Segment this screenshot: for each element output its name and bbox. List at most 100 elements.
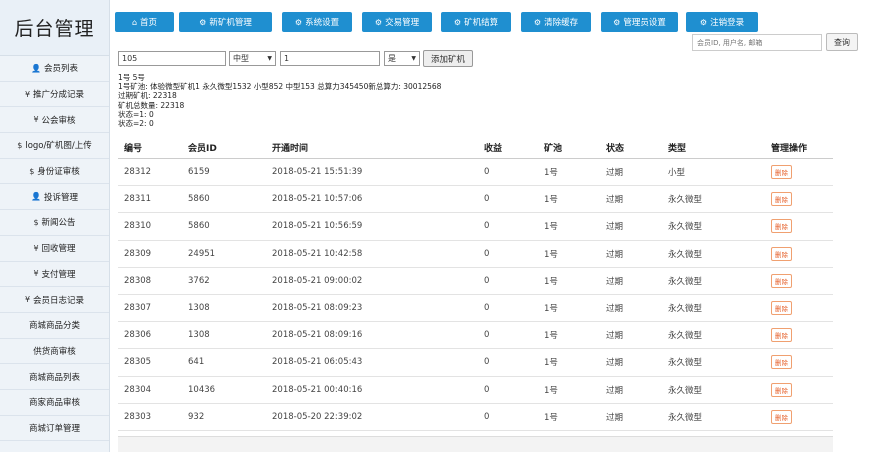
table-cell: 1号 xyxy=(544,385,558,396)
table-cell: 0 xyxy=(484,194,490,205)
table-cell: 2018-05-21 15:51:39 xyxy=(272,167,363,178)
table-cell: 2018-05-21 10:42:58 xyxy=(272,248,363,259)
table-cell: 28307 xyxy=(124,303,152,314)
table-cell: 0 xyxy=(484,411,490,422)
sidebar-item[interactable]: ¥ 回收管理 xyxy=(0,236,109,262)
sidebar-item[interactable]: 👤 会员列表 xyxy=(0,56,109,82)
table-cell: 28303 xyxy=(124,411,152,422)
cogs-icon: ⚙ xyxy=(533,17,542,27)
cogs-icon: ⚙ xyxy=(374,17,383,27)
table-cell: 过期 xyxy=(606,168,624,179)
table-cell: 1号 xyxy=(544,222,558,233)
table-cell: 1号 xyxy=(544,168,558,179)
nav-tab[interactable]: ⌂ 首页 xyxy=(115,12,174,32)
nav-tab[interactable]: ⚙ 矿机结算 xyxy=(441,12,511,32)
delete-button[interactable]: 删除 xyxy=(771,273,792,288)
table-cell: 过期 xyxy=(606,358,624,369)
cogs-icon: ⚙ xyxy=(613,17,621,27)
nav-tab[interactable]: ⚙ 注销登录 xyxy=(686,12,758,32)
nav-tab[interactable]: ⚙ 新矿机管理 xyxy=(179,12,272,32)
table-cell: 永久微型 xyxy=(668,249,703,260)
yen-icon: ¥ xyxy=(33,115,39,125)
table-row: 28312 6159 2018-05-21 15:51:39 0 1号 过期 小型 删除 xyxy=(118,159,833,187)
table-cell: 过期 xyxy=(606,222,624,233)
quantity-input[interactable]: 1 xyxy=(280,51,380,66)
sidebar-item[interactable]: ¥ 支付管理 xyxy=(0,262,109,288)
table-cell: 2018-05-21 08:09:16 xyxy=(272,330,363,341)
column-header: 类型 xyxy=(668,143,687,154)
table-cell: 永久微型 xyxy=(668,195,703,206)
table-cell: 2018-05-21 00:40:16 xyxy=(272,384,363,395)
column-header: 管理操作 xyxy=(771,143,808,154)
sidebar-item[interactable]: 商城商品列表 xyxy=(0,364,109,390)
table-row: 28303 932 2018-05-20 22:39:02 0 1号 过期 永久微型 删除 xyxy=(118,404,833,431)
summary-line: 1号 5号 xyxy=(118,73,145,82)
table-row: 28305 641 2018-05-21 06:05:43 0 1号 过期 永久微型 删除 xyxy=(118,349,833,377)
table-cell: 过期 xyxy=(606,249,624,260)
nav-tab[interactable]: ⚙ 清除缓存 xyxy=(521,12,591,32)
delete-button[interactable]: 删除 xyxy=(771,165,792,180)
action-cell: 删除 xyxy=(771,246,833,261)
sidebar-item[interactable]: 商城订单管理 xyxy=(0,416,109,442)
top-nav: ⌂ 首页 ⚙ 新矿机管理 ⚙ 系统设置 ⚙ 交易管理 ⚙ 矿机结算 ⚙ 清除缓存 ⚙ 管理员设置 ⚙ 注销登录 xyxy=(110,0,888,34)
table-cell: 0 xyxy=(484,275,490,286)
sidebar-menu: 👤 会员列表 ¥ 推广分成记录 ¥ 公会审核 $ logo/矿机图/上传 $ 身份证审核 👤 投诉管理… xyxy=(0,56,109,442)
sidebar-item[interactable]: ¥ 推广分成记录 xyxy=(0,82,109,108)
member-search-input[interactable] xyxy=(692,34,822,51)
table-cell: 过期 xyxy=(606,276,624,287)
sidebar-item[interactable]: ¥ 公会审核 xyxy=(0,107,109,134)
sidebar-item[interactable]: $ 身份证审核 xyxy=(0,159,109,185)
table-cell: 1号 xyxy=(544,195,558,206)
sidebar-item[interactable]: 商城商品分类 xyxy=(0,313,109,339)
member-id-input[interactable]: 105 xyxy=(118,51,226,66)
table-cell: 2018-05-21 09:00:02 xyxy=(272,275,363,286)
column-header: 收益 xyxy=(484,143,503,154)
table-cell: 永久微型 xyxy=(668,358,703,369)
table-cell: 28305 xyxy=(124,357,152,368)
table-cell: 永久微型 xyxy=(668,222,703,233)
sidebar-item[interactable]: $ logo/矿机图/上传 xyxy=(0,133,109,159)
miner-type-select[interactable]: 中型 ▼ xyxy=(229,51,276,66)
delete-button[interactable]: 删除 xyxy=(771,219,792,234)
nav-tab[interactable]: ⚙ 系统设置 xyxy=(282,12,352,32)
table-cell: 641 xyxy=(188,357,205,368)
sidebar-item[interactable]: $ 新闻公告 xyxy=(0,210,109,236)
delete-button[interactable]: 删除 xyxy=(771,382,792,397)
summary-line: 状态=2: 0 xyxy=(118,119,154,129)
flag-select[interactable]: 是 ▼ xyxy=(384,51,420,66)
cogs-icon: ⚙ xyxy=(453,17,462,27)
table-footer xyxy=(118,436,833,452)
sidebar-item[interactable]: 供货商审核 xyxy=(0,339,109,365)
sidebar-item[interactable]: 商家商品审核 xyxy=(0,390,109,416)
sidebar-item-label: 商城商品列表 xyxy=(28,372,80,383)
delete-button[interactable]: 删除 xyxy=(771,409,792,424)
table-row: 28308 3762 2018-05-21 09:00:02 0 1号 过期 永久微型 删除 xyxy=(118,268,833,295)
table-row: 28304 10436 2018-05-21 00:40:16 0 1号 过期 永久微型 删除 xyxy=(118,377,833,404)
sidebar-item[interactable]: ¥ 会员日志记录 xyxy=(0,287,109,313)
delete-button[interactable]: 删除 xyxy=(771,328,792,343)
delete-button[interactable]: 删除 xyxy=(771,355,792,370)
table-cell: 2018-05-21 10:56:59 xyxy=(272,221,363,232)
yen-icon: ¥ xyxy=(33,243,39,253)
table-cell: 过期 xyxy=(606,195,624,206)
delete-button[interactable]: 删除 xyxy=(771,246,792,261)
dollar-icon: $ xyxy=(29,166,35,176)
nav-tab[interactable]: ⚙ 交易管理 xyxy=(362,12,432,32)
table-header: 编号 会员ID 开通时间 收益 矿池 状态 类型 管理操作 xyxy=(118,136,833,159)
table-cell: 6159 xyxy=(188,167,210,178)
search-button[interactable]: 查询 xyxy=(826,33,858,51)
add-miner-button[interactable]: 添加矿机 xyxy=(423,50,473,67)
nav-tab-label: 首页 xyxy=(140,18,158,28)
nav-tab[interactable]: ⚙ 管理员设置 xyxy=(601,12,678,32)
table-cell: 过期 xyxy=(606,331,624,342)
sidebar-item[interactable]: 👤 投诉管理 xyxy=(0,184,109,211)
table-cell: 1308 xyxy=(188,330,210,341)
delete-button[interactable]: 删除 xyxy=(771,192,792,207)
action-cell: 删除 xyxy=(771,409,833,424)
chevron-down-icon: ▼ xyxy=(267,55,272,62)
delete-button[interactable]: 删除 xyxy=(771,301,792,316)
sidebar: 后台管理 👤 会员列表 ¥ 推广分成记录 ¥ 公会审核 $ logo/矿机图/上传 $ 身份证审核… xyxy=(0,0,110,452)
nav-tab-label: 交易管理 xyxy=(385,18,420,28)
nav-tab-label: 清除缓存 xyxy=(544,18,579,28)
action-cell: 删除 xyxy=(771,192,833,207)
